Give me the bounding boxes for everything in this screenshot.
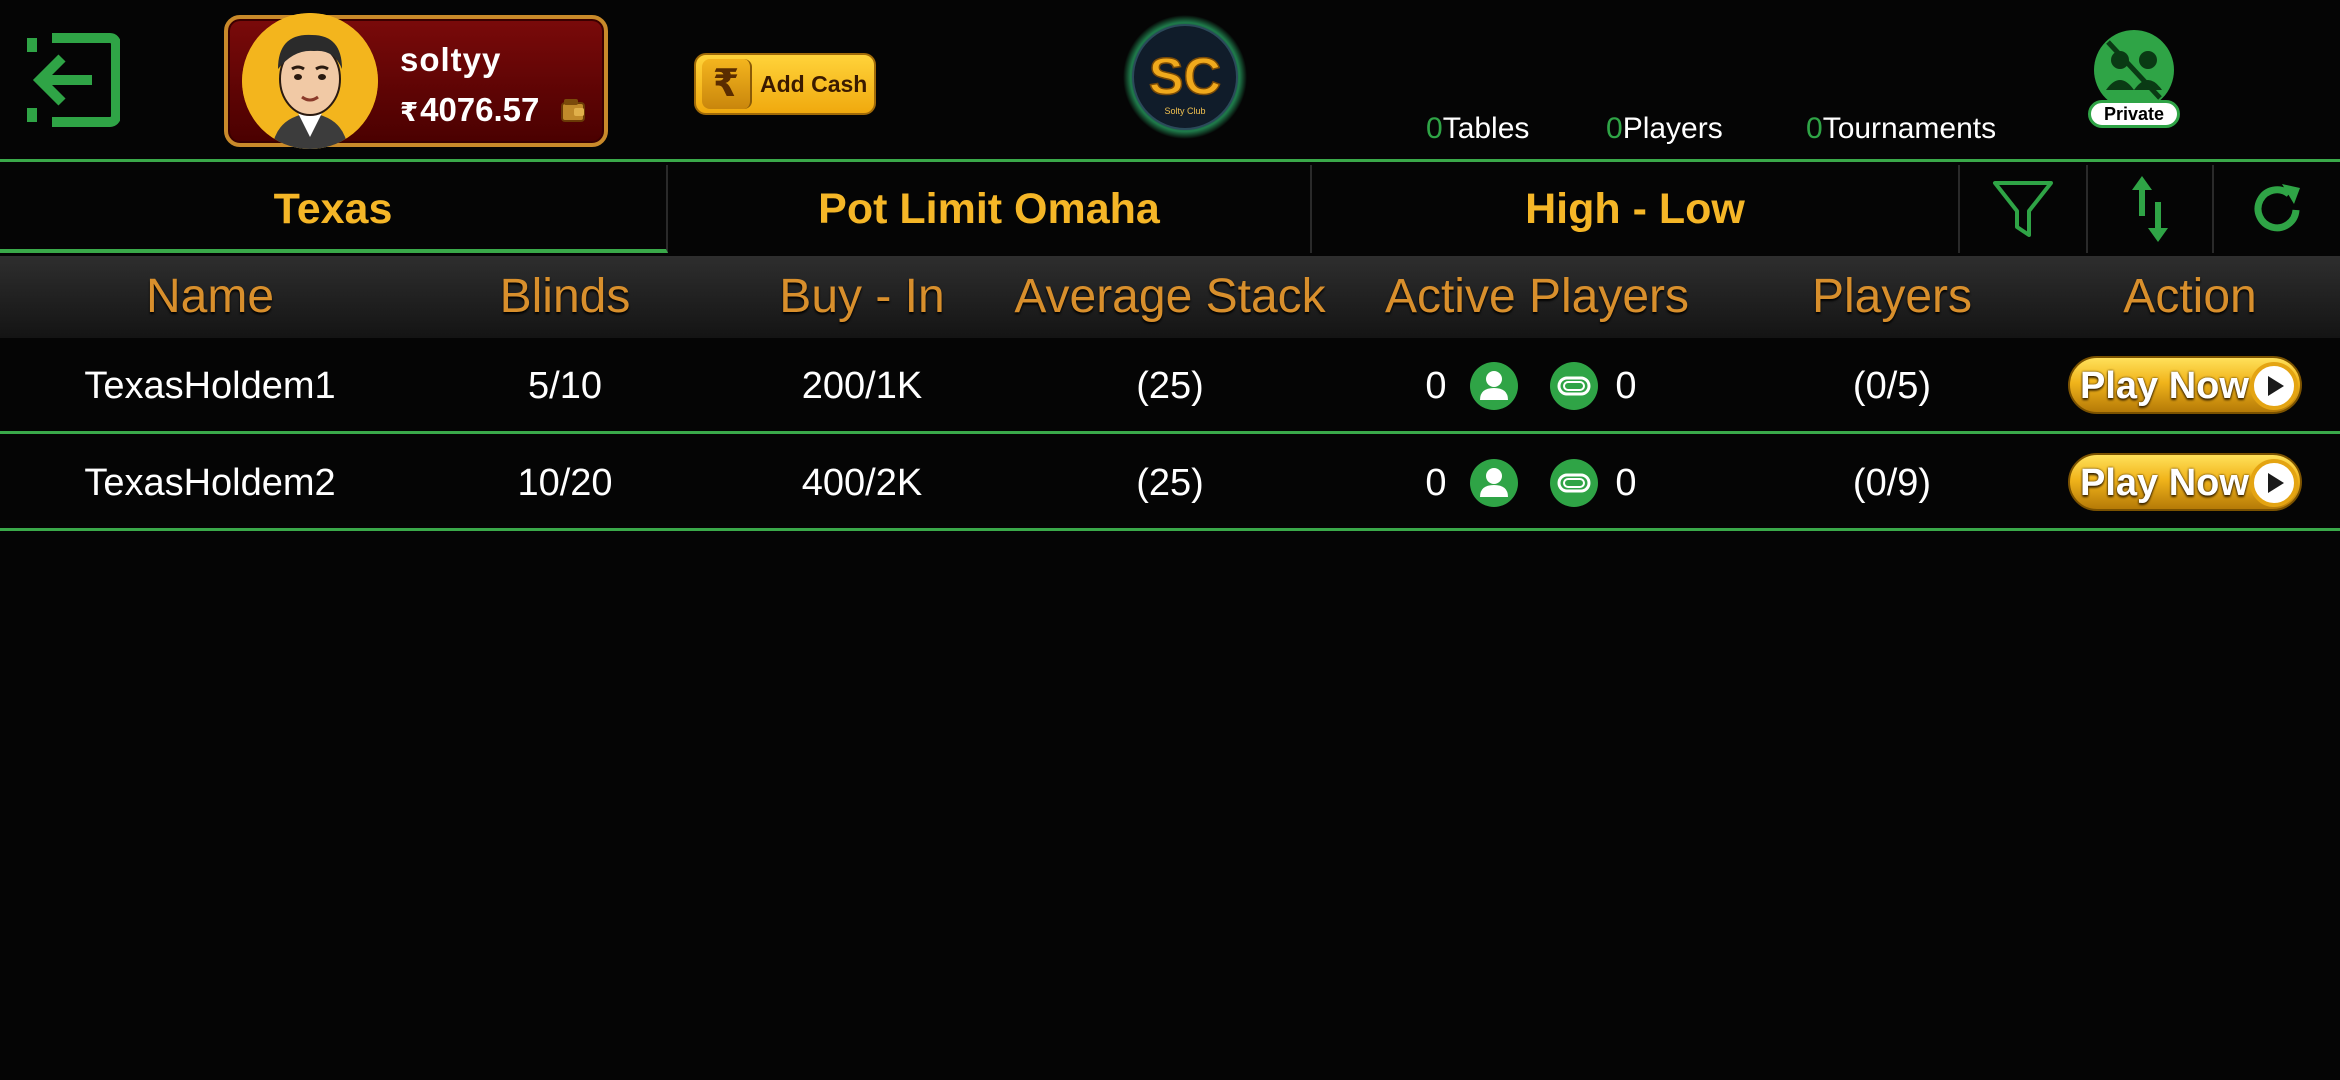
tab-high-low[interactable]: High - Low — [1312, 165, 1958, 253]
logo-text: SC — [1149, 48, 1221, 106]
tab-pot-limit-omaha[interactable]: Pot Limit Omaha — [668, 165, 1312, 253]
play-now-button[interactable]: Play Now — [2068, 453, 2302, 511]
column-header-name: Name — [145, 270, 275, 323]
club-logo: SC Solty Club — [1120, 12, 1250, 142]
filter-button[interactable] — [1958, 165, 2086, 253]
rupee-icon: ₹ — [400, 97, 419, 127]
play-now-button[interactable]: Play Now — [2068, 356, 2302, 414]
private-table-icon — [2094, 30, 2174, 110]
row-average-stack: (25) — [1136, 462, 1204, 504]
sort-icon — [2132, 176, 2168, 242]
stat-players-count: 0 — [1606, 112, 1623, 145]
column-header-buy-in: Buy - In — [779, 270, 945, 323]
refresh-icon — [2254, 184, 2300, 232]
column-header-action: Action — [2123, 270, 2257, 323]
add-cash-label: Add Cash — [760, 71, 868, 97]
exit-icon — [27, 33, 121, 127]
active-tables-count: 0 — [1615, 462, 1637, 504]
play-now-label: Play Now — [2080, 365, 2249, 407]
username: soltyy — [400, 41, 502, 78]
stat-tournaments: 0Tournaments — [1806, 112, 1996, 146]
row-buy-in: 200/1K — [801, 365, 923, 407]
profile-card[interactable]: soltyy ₹4076.57 — [224, 13, 608, 149]
avatar — [242, 13, 378, 149]
rupee-icon: ₹ — [702, 59, 752, 109]
user-icon — [1470, 459, 1518, 507]
stat-tables-label: Tables — [1442, 112, 1530, 145]
row-buy-in: 400/2K — [801, 462, 923, 504]
active-players-count: 0 — [1425, 462, 1447, 504]
table-row[interactable]: TexasHoldem2 10/20 400/2K (25) 0 0 (0/9)… — [0, 435, 2340, 531]
balance: ₹4076.57 — [400, 91, 539, 129]
user-icon — [1470, 362, 1518, 410]
column-header-blinds: Blinds — [499, 270, 631, 323]
exit-button[interactable] — [22, 32, 121, 128]
row-blinds: 5/10 — [528, 365, 602, 407]
table-icon — [1550, 362, 1598, 410]
row-active-players: 0 0 — [1400, 435, 1680, 531]
stat-players-label: Players — [1622, 112, 1723, 145]
row-active-players: 0 0 — [1400, 338, 1680, 434]
table-header: Name Blinds Buy - In Average Stack Activ… — [0, 256, 2340, 338]
active-players-count: 0 — [1425, 365, 1447, 407]
column-header-players: Players — [1811, 270, 1973, 323]
logo-subtext: Solty Club — [1164, 106, 1205, 116]
stat-tables: 0Tables — [1426, 112, 1529, 146]
table-icon — [1550, 459, 1598, 507]
row-players: (0/9) — [1852, 462, 1932, 504]
stat-players: 0Players — [1606, 112, 1723, 146]
stat-tournaments-count: 0 — [1806, 112, 1823, 145]
sort-button[interactable] — [2086, 165, 2212, 253]
play-icon — [2250, 459, 2298, 507]
refresh-button[interactable] — [2212, 165, 2340, 253]
row-name: TexasHoldem2 — [84, 462, 336, 504]
tab-texas[interactable]: Texas — [0, 165, 668, 253]
game-type-tabs: Texas Pot Limit Omaha High - Low — [0, 165, 2340, 255]
add-cash-button[interactable]: ₹ Add Cash — [694, 53, 876, 115]
private-label: Private — [2088, 100, 2180, 128]
row-name: TexasHoldem1 — [84, 365, 336, 407]
filter-icon — [1993, 181, 2053, 237]
balance-value: 4076.57 — [420, 91, 540, 128]
row-average-stack: (25) — [1136, 365, 1204, 407]
stat-tournaments-label: Tournaments — [1822, 112, 1997, 145]
table-row[interactable]: TexasHoldem1 5/10 200/1K (25) 0 0 (0/5) … — [0, 338, 2340, 434]
row-players: (0/5) — [1852, 365, 1932, 407]
row-blinds: 10/20 — [517, 462, 613, 504]
column-header-average-stack: Average Stack — [1014, 270, 1326, 323]
stat-tables-count: 0 — [1426, 112, 1443, 145]
private-table-button[interactable]: Private — [2086, 30, 2186, 130]
top-bar: soltyy ₹4076.57 ₹ Add Cash SC Solty Club… — [0, 0, 2340, 162]
wallet-icon — [561, 99, 585, 122]
active-tables-count: 0 — [1615, 365, 1637, 407]
play-now-label: Play Now — [2080, 462, 2249, 504]
play-icon — [2250, 362, 2298, 410]
column-header-active-players: Active Players — [1384, 270, 1690, 323]
